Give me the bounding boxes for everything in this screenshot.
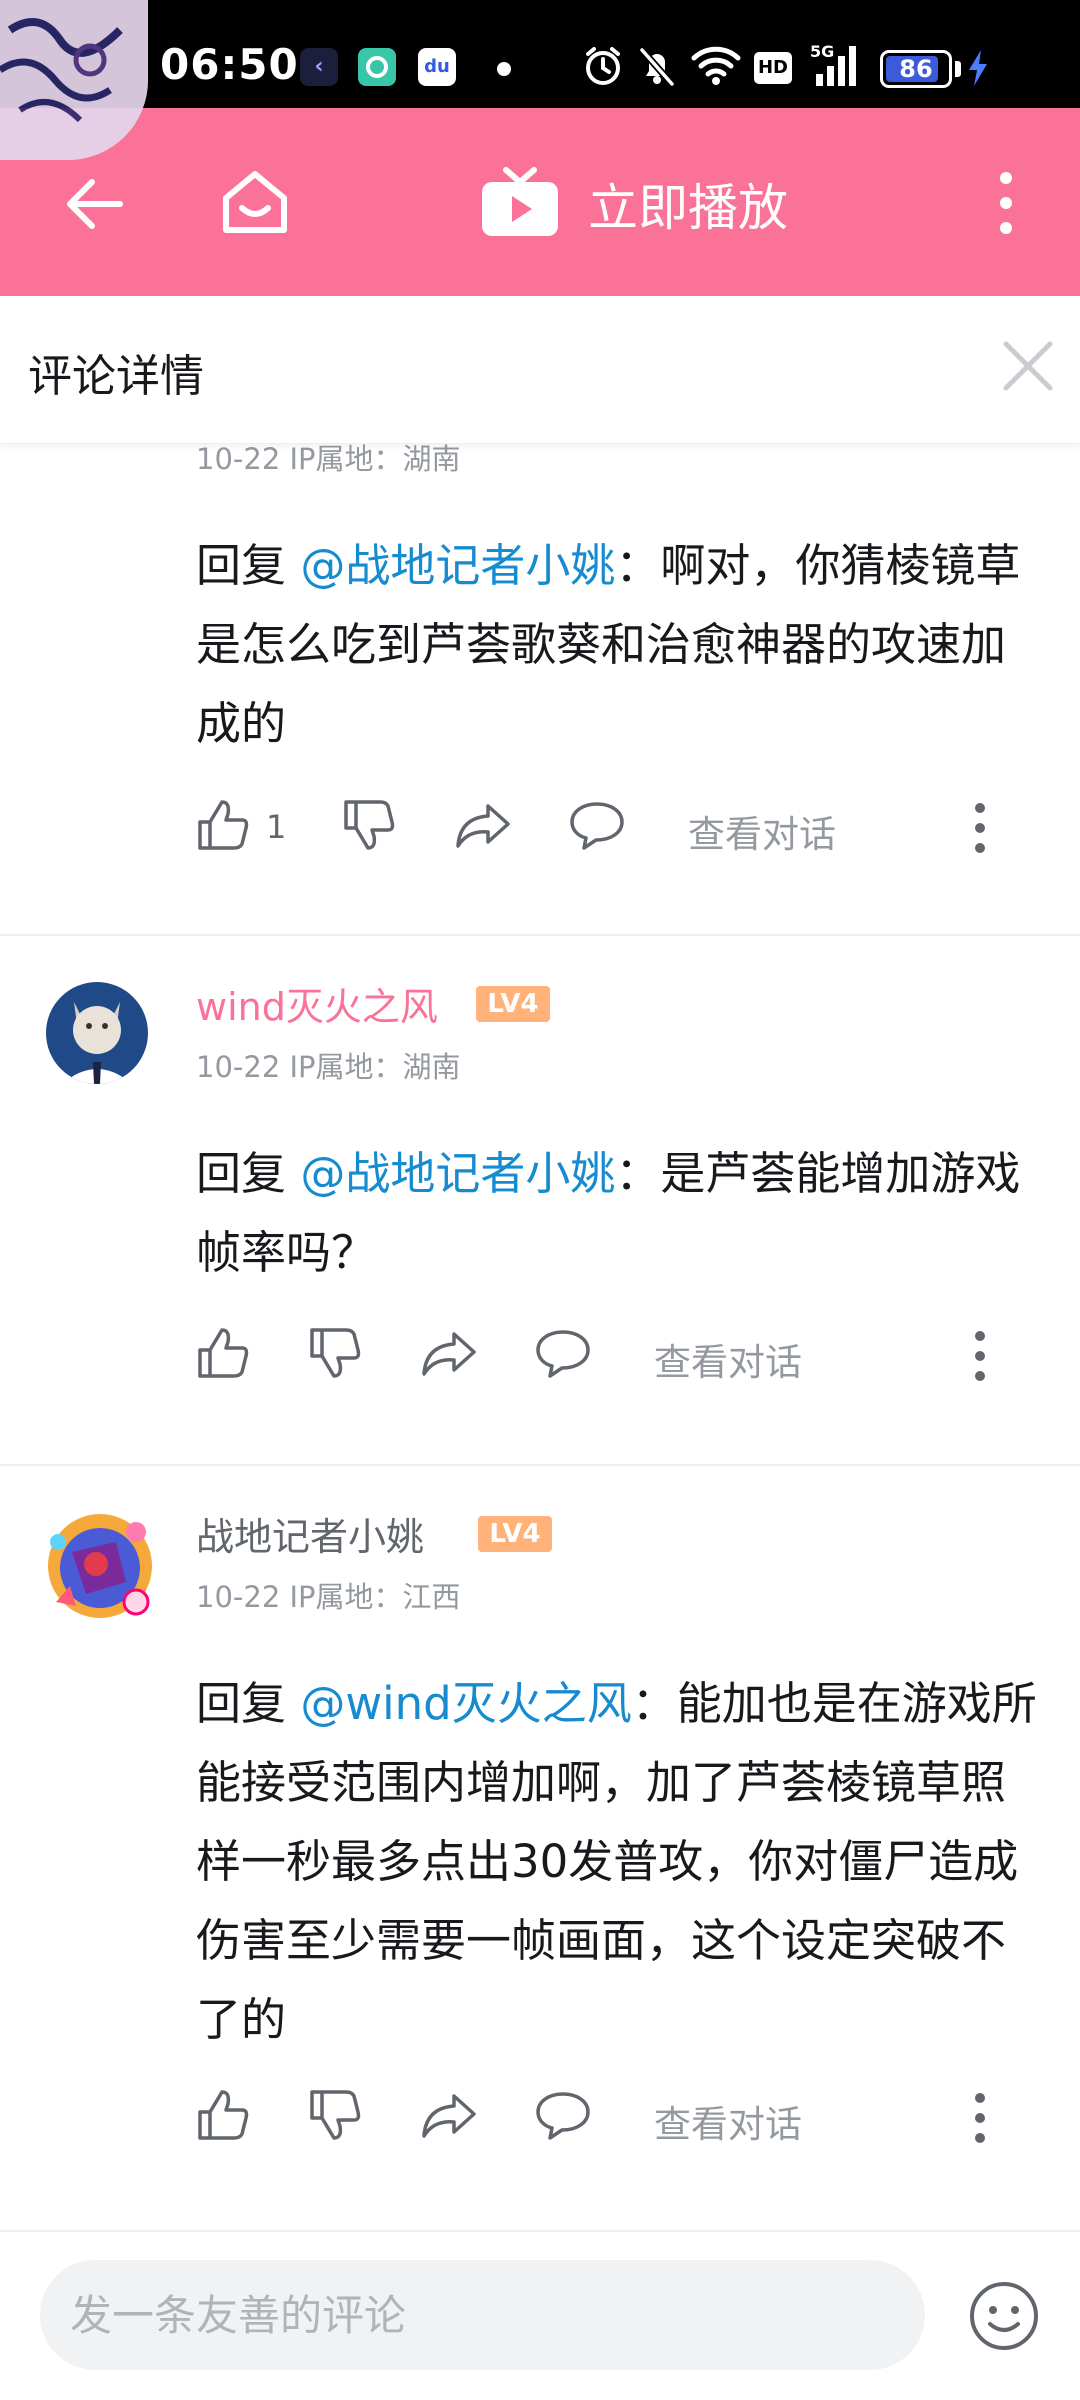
- status-time: 06:50: [160, 40, 299, 89]
- comment-input[interactable]: [40, 2260, 925, 2370]
- comment-body: 回复 @wind灭火之风：能加也是在游戏所能接受范围内增加啊，加了芦荟棱镜草照样…: [196, 1664, 1046, 2059]
- reply-icon[interactable]: [534, 1326, 592, 1380]
- share-icon[interactable]: [420, 2088, 478, 2142]
- comment-more-icon[interactable]: [972, 2092, 988, 2144]
- battery-icon: 86: [880, 50, 952, 88]
- battery-cap: [955, 61, 961, 77]
- like-icon[interactable]: [196, 1326, 250, 1380]
- notification-dot: [497, 62, 511, 76]
- comment-actions: 查看对话: [196, 1326, 1016, 1386]
- username[interactable]: 战地记者小姚: [196, 1506, 424, 1561]
- avatar[interactable]: [36, 1502, 168, 1634]
- wifi-icon: [691, 46, 741, 85]
- reply-prefix: 回复: [196, 1677, 301, 1730]
- reply-prefix: 回复: [196, 539, 301, 592]
- mention-link[interactable]: @wind灭火之风: [300, 1677, 631, 1730]
- reply-icon[interactable]: [534, 2088, 592, 2142]
- more-vertical-icon[interactable]: [996, 170, 1016, 236]
- comment-meta: 10-22 IP属地：江西: [196, 1580, 461, 1614]
- view-dialog-link[interactable]: 查看对话: [688, 804, 836, 858]
- mute-icon: [639, 47, 675, 87]
- like-icon[interactable]: [196, 798, 250, 852]
- share-icon[interactable]: [454, 798, 512, 852]
- level-badge: LV4: [476, 986, 550, 1022]
- comment-actions: 查看对话: [196, 2088, 1016, 2148]
- emoji-icon[interactable]: [966, 2278, 1042, 2354]
- mention-link[interactable]: @战地记者小姚: [300, 539, 615, 592]
- close-icon[interactable]: [1000, 338, 1056, 394]
- mention-link[interactable]: @战地记者小姚: [300, 1147, 615, 1200]
- tv-play-icon[interactable]: [478, 164, 562, 240]
- battery-percent: 86: [899, 55, 933, 83]
- status-bar: 06:50 ‹ du HD 5G 86: [0, 0, 1080, 108]
- like-icon[interactable]: [196, 2088, 250, 2142]
- hd-icon: HD: [754, 52, 792, 84]
- comment-body: 回复 @战地记者小姚：啊对，你猜棱镜草是怎么吃到芦荟歌葵和治愈神器的攻速加成的: [196, 526, 1046, 763]
- dislike-icon[interactable]: [308, 2088, 362, 2142]
- avatar[interactable]: [46, 982, 148, 1084]
- comment-detail-header: 评论详情: [0, 296, 1080, 444]
- comment-more-icon[interactable]: [972, 802, 988, 854]
- comment-input-bar: [0, 2230, 1080, 2400]
- alarm-icon: [586, 47, 620, 85]
- panel-title: 评论详情: [28, 351, 204, 402]
- comment-item: wind灭火之风 LV4 10-22 IP属地：湖南 回复 @战地记者小姚：是芦…: [0, 936, 1080, 1464]
- level-badge: LV4: [478, 1516, 552, 1552]
- comment-item: 10-22 IP属地：湖南 回复 @战地记者小姚：啊对，你猜棱镜草是怎么吃到芦荟…: [0, 334, 1080, 936]
- app-bar: 立即播放: [0, 108, 1080, 296]
- comment-meta: 10-22 IP属地：湖南: [196, 1050, 461, 1084]
- username[interactable]: wind灭火之风: [196, 976, 438, 1031]
- back-app-icon: ‹: [300, 48, 338, 86]
- signal-icon: 5G: [810, 42, 866, 90]
- baidu-app-icon: du: [418, 48, 456, 86]
- view-dialog-link[interactable]: 查看对话: [654, 1332, 802, 1386]
- share-icon[interactable]: [420, 1326, 478, 1380]
- comment-body: 回复 @战地记者小姚：是芦荟能增加游戏帧率吗？: [196, 1134, 1046, 1292]
- dislike-icon[interactable]: [342, 798, 396, 852]
- comment-item: 战地记者小姚 LV4 10-22 IP属地：江西 回复 @wind灭火之风：能加…: [0, 1466, 1080, 2228]
- comment-more-icon[interactable]: [972, 1330, 988, 1382]
- back-arrow-icon[interactable]: [62, 174, 128, 234]
- home-icon[interactable]: [220, 166, 290, 238]
- comment-actions: 1 查看对话: [196, 798, 1016, 858]
- view-dialog-link[interactable]: 查看对话: [654, 2094, 802, 2148]
- app-bar-title[interactable]: 立即播放: [588, 168, 788, 240]
- reply-icon[interactable]: [568, 798, 626, 852]
- charging-icon: [969, 50, 987, 86]
- dislike-icon[interactable]: [308, 1326, 362, 1380]
- green-app-icon: [358, 48, 396, 86]
- reply-prefix: 回复: [196, 1147, 301, 1200]
- like-count: 1: [266, 808, 287, 846]
- comment-text: ：能加也是在游戏所能接受范围内增加啊，加了芦荟棱镜草照样一秒最多点出30发普攻，…: [196, 1677, 1037, 2046]
